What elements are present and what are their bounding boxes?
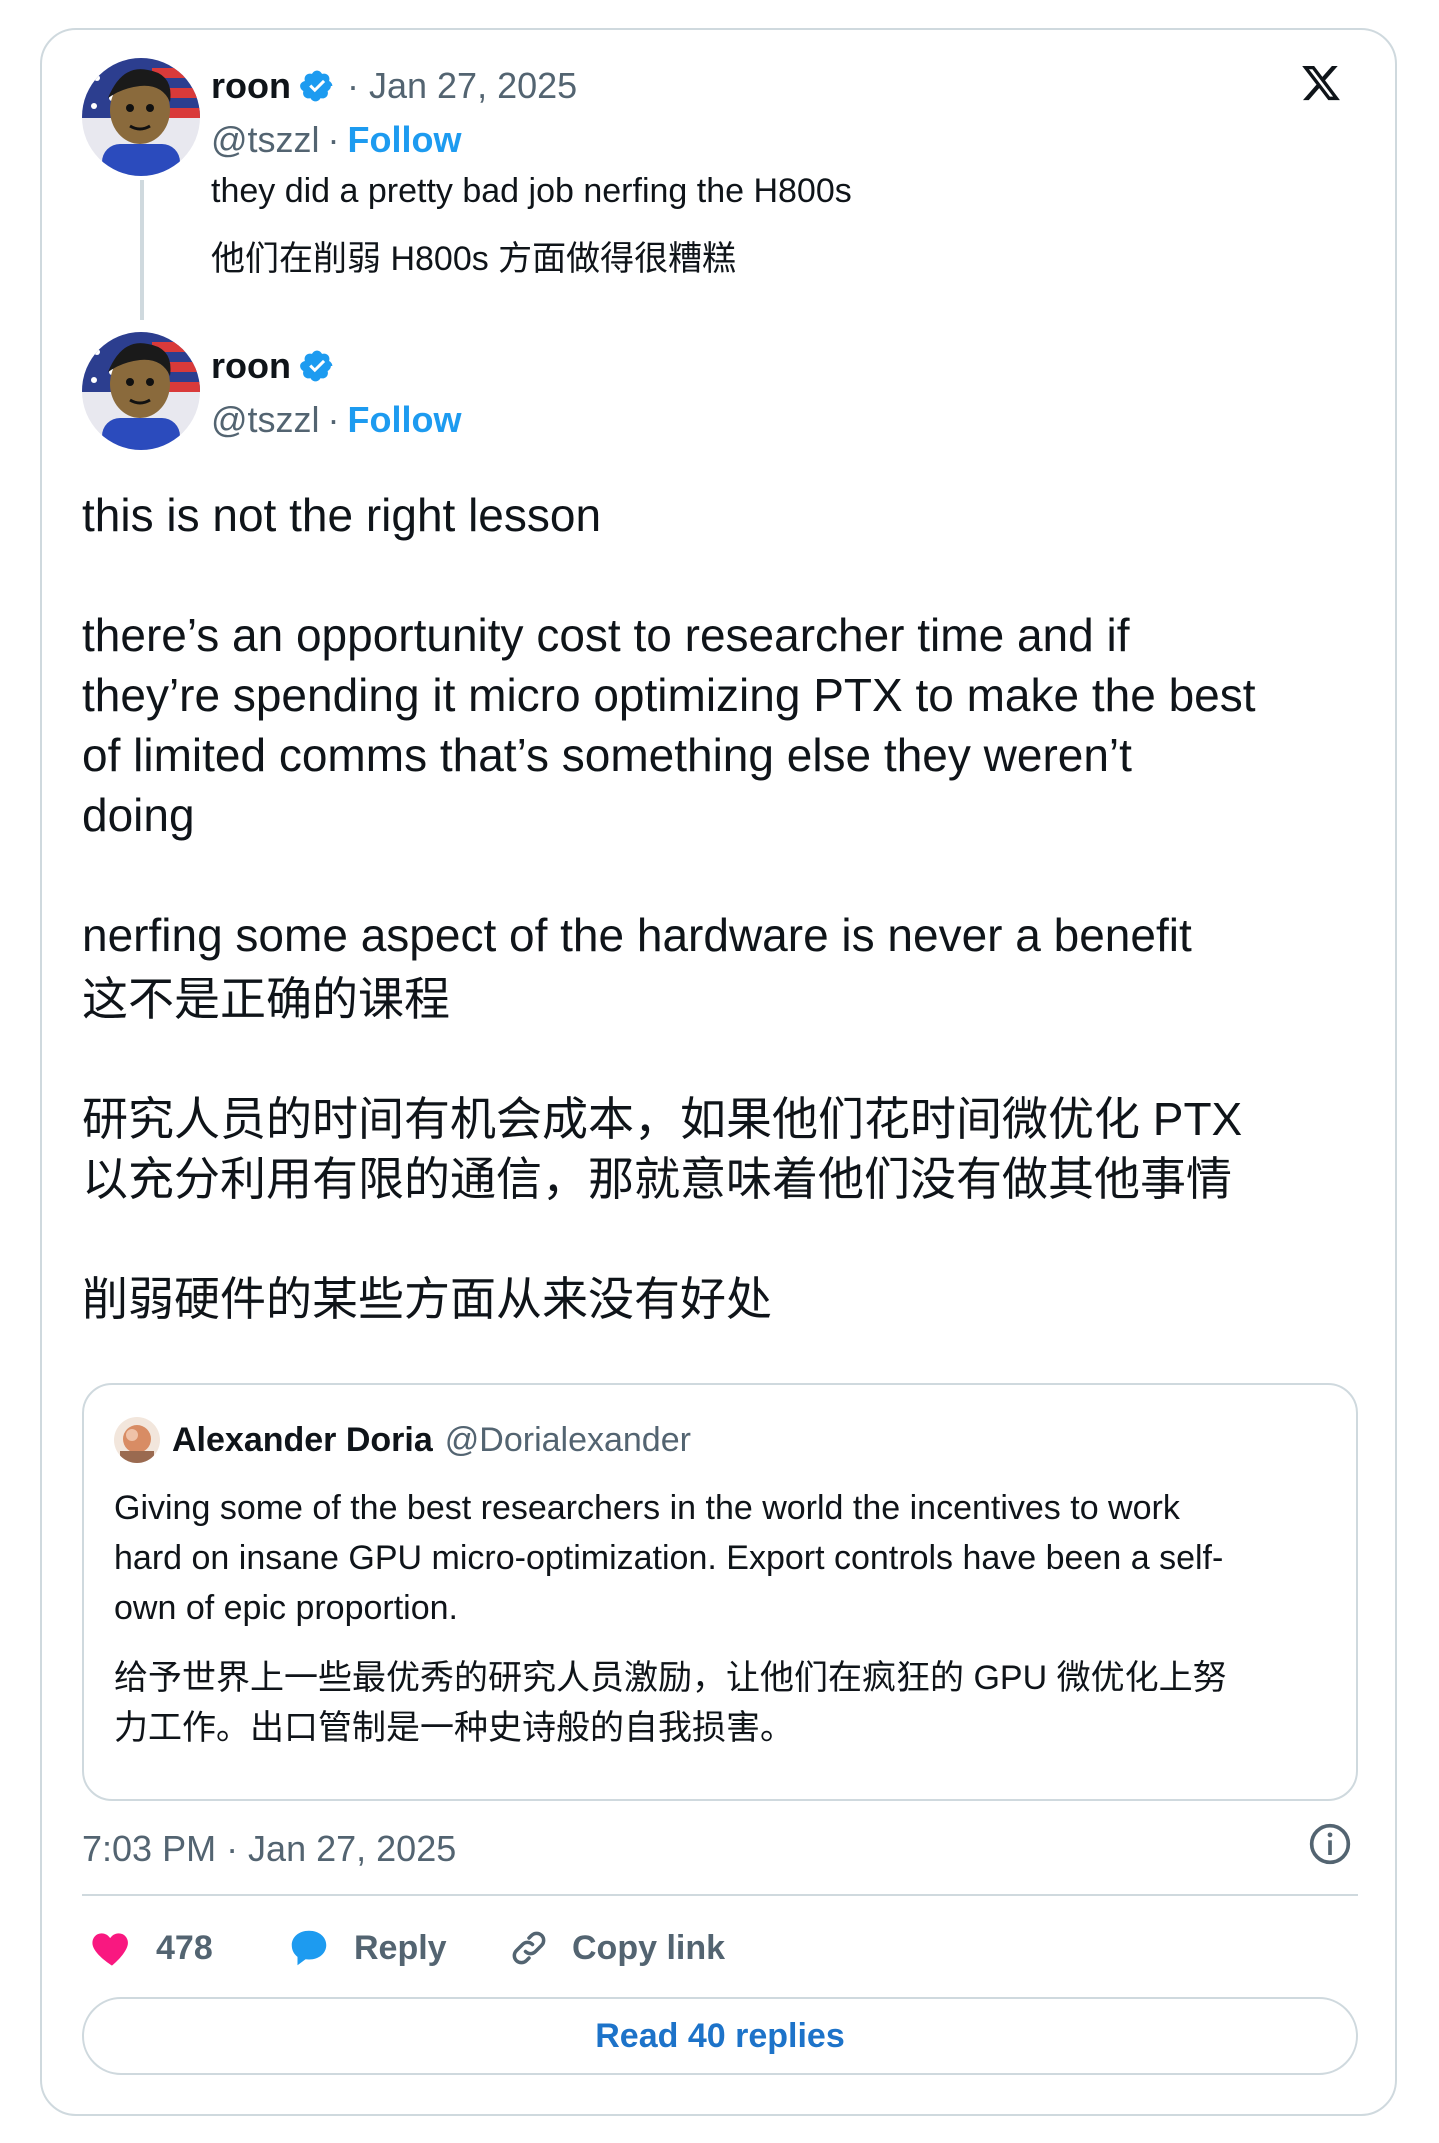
quoted-tweet-text-zh: 给予世界上一些最优秀的研究人员激励，让他们在疯狂的 GPU 微优化上努 力工作。…	[114, 1659, 1227, 1747]
copy-link-button[interactable]: Copy link	[508, 1920, 725, 1976]
avatar[interactable]	[114, 1417, 160, 1463]
like-count: 478	[156, 1928, 213, 1967]
read-replies-label: Read 40 replies	[595, 2016, 845, 2055]
follow-button[interactable]: Follow	[348, 119, 462, 161]
quoted-author-name[interactable]: Alexander Doria	[172, 1421, 433, 1460]
main-tweet-text: this is not the right lesson there’s an …	[82, 485, 1372, 1329]
follow-button[interactable]: Follow	[348, 399, 462, 441]
first-tweet-text-zh: 他们在削弱 H800s 方面做得很糟糕	[211, 240, 737, 278]
verified-badge-icon	[300, 350, 333, 382]
tweet-paragraph: 这不是正确的课程	[82, 973, 450, 1025]
quoted-author-handle[interactable]: @Dorialexander	[445, 1421, 691, 1460]
tweet-timestamp[interactable]: 7:03 PM · Jan 27, 2025	[82, 1828, 456, 1870]
x-logo-icon[interactable]	[1300, 62, 1342, 104]
tweet-paragraph: this is not the right lesson	[82, 489, 602, 541]
read-replies-button[interactable]: Read 40 replies	[82, 1997, 1358, 2075]
heart-icon	[92, 1933, 128, 1966]
link-icon	[512, 1931, 546, 1965]
tweet-paragraph: there’s an opportunity cost to researche…	[82, 609, 1256, 841]
avatar[interactable]	[82, 332, 200, 450]
verified-badge-icon	[300, 70, 333, 102]
tweet-paragraph: nerfing some aspect of the hardware is n…	[82, 909, 1192, 961]
tweet-paragraph: 研究人员的时间有机会成本，如果他们花时间微优化 PTX 以充分利用有限的通信，那…	[82, 1093, 1243, 1205]
thread-connector-line	[140, 180, 144, 320]
tweet-date: · Jan 27, 2025	[346, 65, 578, 106]
info-icon[interactable]	[1308, 1822, 1352, 1866]
quoted-tweet-text-en: Giving some of the best researchers in t…	[114, 1489, 1224, 1627]
tweet-paragraph: 削弱硬件的某些方面从来没有好处	[82, 1273, 772, 1325]
avatar[interactable]	[82, 58, 200, 176]
reply-label: Reply	[354, 1928, 447, 1967]
author-handle[interactable]: @tszzl	[211, 399, 320, 441]
quoted-tweet[interactable]: Alexander Doria @Dorialexander Giving so…	[82, 1383, 1358, 1801]
copy-link-label: Copy link	[572, 1928, 726, 1967]
first-tweet-text-en: they did a pretty bad job nerfing the H8…	[211, 172, 852, 210]
author-name[interactable]: roon	[211, 65, 291, 107]
reply-bubble-icon	[291, 1930, 327, 1966]
author-name[interactable]: roon	[211, 345, 291, 387]
author-handle[interactable]: @tszzl	[211, 119, 320, 161]
like-button[interactable]: 478	[90, 1920, 213, 1976]
separator-dot: ·	[327, 119, 340, 160]
divider	[82, 1894, 1358, 1896]
separator-dot: ·	[327, 399, 340, 440]
reply-button[interactable]: Reply	[286, 1920, 447, 1976]
